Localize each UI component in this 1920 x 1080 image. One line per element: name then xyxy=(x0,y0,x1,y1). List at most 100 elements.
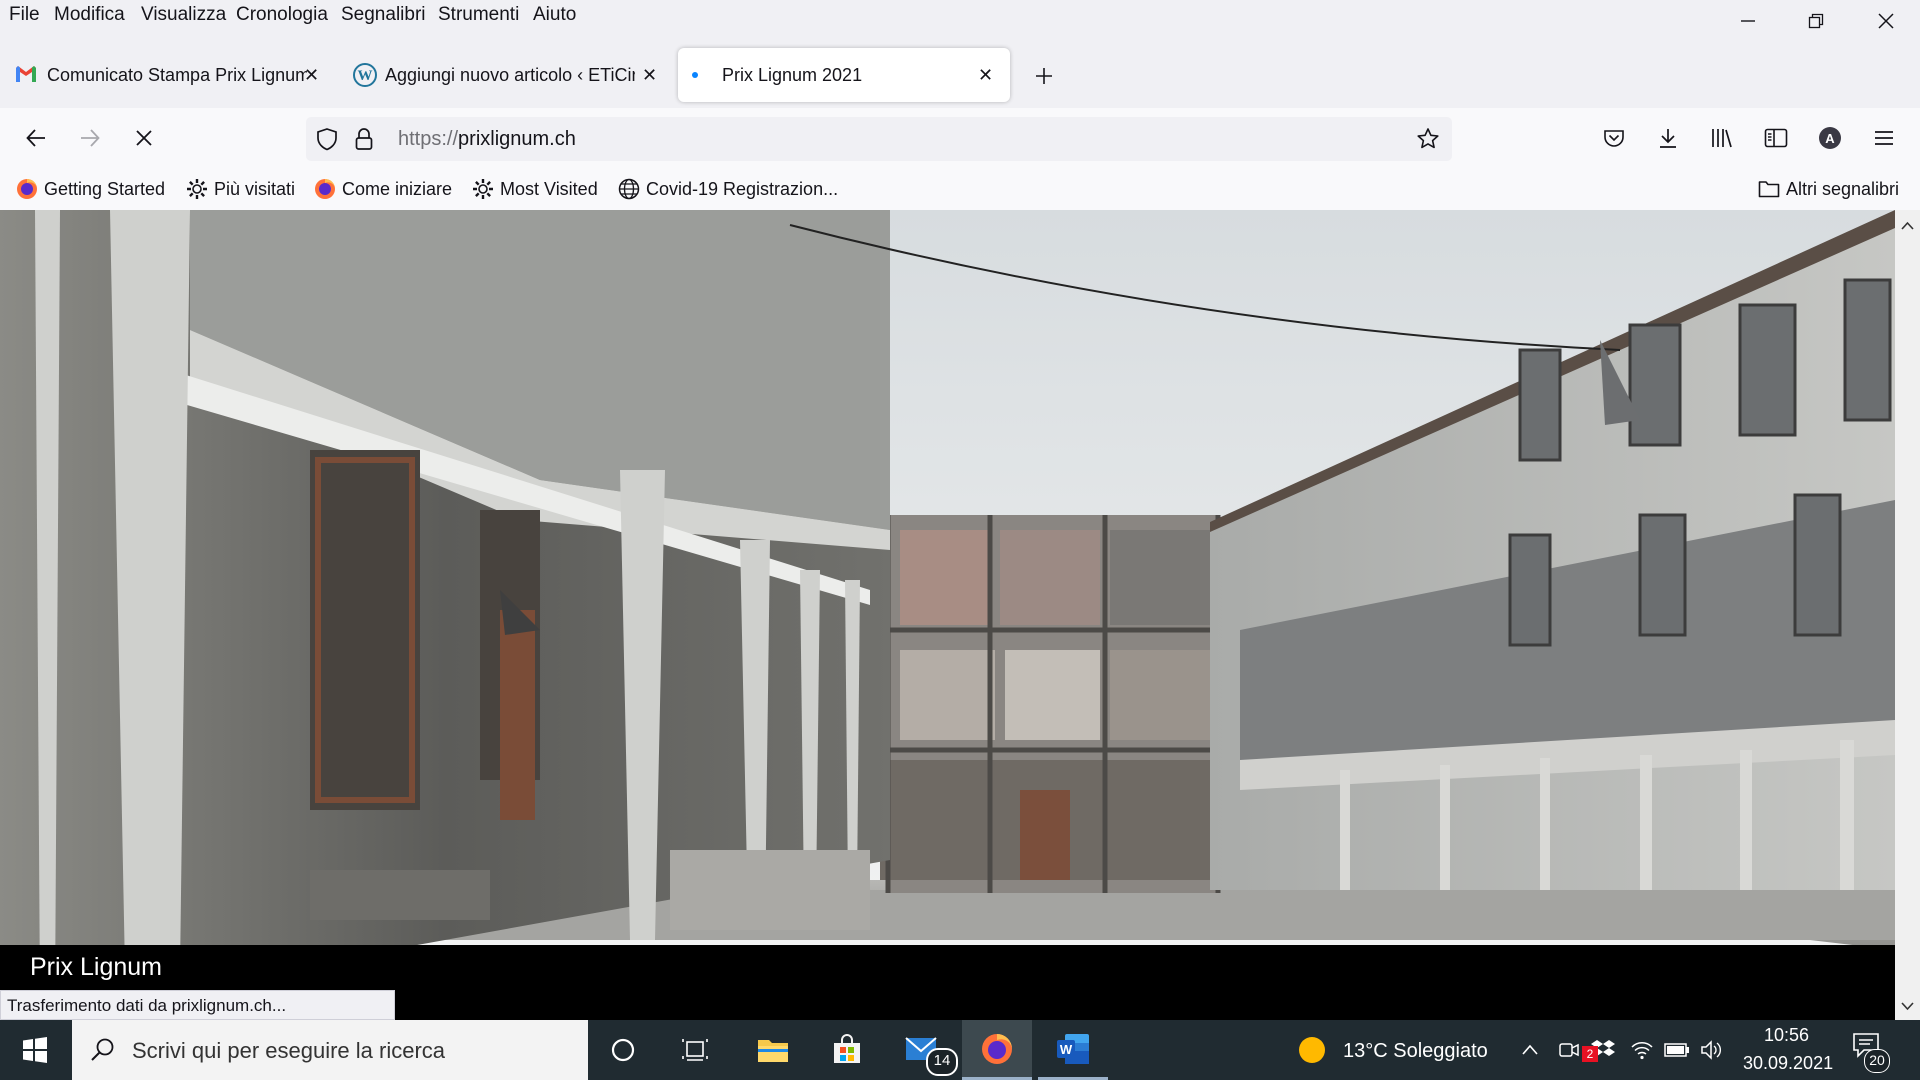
bookmark-label: Covid-19 Registrazion... xyxy=(646,178,839,199)
account-avatar-icon: A xyxy=(1819,127,1841,149)
menu-file[interactable]: File xyxy=(9,4,40,26)
menu-modifica[interactable]: Modifica xyxy=(54,4,125,26)
globe-icon xyxy=(618,178,640,200)
tab-close-icon[interactable]: ✕ xyxy=(642,65,657,86)
other-bookmarks-label: Altri segnalibri xyxy=(1786,178,1900,199)
bookmark-star-icon[interactable] xyxy=(1416,127,1440,156)
search-placeholder: Scrivi qui per eseguire la ricerca xyxy=(132,1038,446,1063)
pocket-button[interactable] xyxy=(1594,118,1634,158)
site-title[interactable]: Prix Lignum xyxy=(30,953,162,982)
wordpress-icon: W xyxy=(353,63,377,92)
hamburger-menu-icon xyxy=(1875,131,1893,145)
mail-button[interactable]: 14 xyxy=(888,1020,958,1080)
bookmark-most-visited[interactable]: Most Visited xyxy=(472,178,598,200)
menu-cronologia[interactable]: Cronologia xyxy=(236,4,328,26)
vertical-scrollbar[interactable] xyxy=(1895,210,1920,1020)
tab-close-icon[interactable]: ✕ xyxy=(304,65,319,86)
gear-icon xyxy=(186,178,208,200)
sun-icon xyxy=(1299,1037,1325,1063)
wifi-icon xyxy=(1631,1042,1653,1060)
back-arrow-icon xyxy=(26,129,45,147)
stop-icon xyxy=(136,130,152,146)
url-host: prixlignum.ch xyxy=(458,128,576,150)
stop-loading-button[interactable] xyxy=(124,118,164,158)
folder-icon xyxy=(1758,178,1780,200)
speaker-icon xyxy=(1701,1040,1721,1060)
bookmark-covid-registrazione[interactable]: Covid-19 Registrazion... xyxy=(618,178,838,200)
start-button[interactable] xyxy=(0,1020,70,1080)
scroll-up-icon[interactable] xyxy=(1895,216,1920,236)
bookmark-come-iniziare[interactable]: Come iniziare xyxy=(314,178,452,200)
cortana-circle-icon xyxy=(611,1038,635,1062)
forward-arrow-icon xyxy=(81,129,100,147)
menu-strumenti[interactable]: Strumenti xyxy=(438,4,519,26)
new-tab-button[interactable] xyxy=(1026,58,1062,94)
bookmark-label: Most Visited xyxy=(500,178,598,199)
svg-text:W: W xyxy=(358,68,373,84)
minimize-icon xyxy=(1741,20,1755,22)
volume-tray-icon[interactable] xyxy=(1700,1039,1724,1066)
url-bar[interactable]: https://prixlignum.ch xyxy=(306,117,1452,161)
sidebar-button[interactable] xyxy=(1756,118,1796,158)
tab-wordpress[interactable]: W Aggiungi nuovo articolo ‹ ETiCin ✕ xyxy=(344,48,662,102)
cortana-button[interactable] xyxy=(588,1020,658,1080)
folder-icon xyxy=(758,1040,788,1062)
lock-icon[interactable] xyxy=(354,127,374,156)
search-icon xyxy=(91,1038,114,1061)
status-text: Trasferimento dati da prixlignum.ch... xyxy=(7,996,287,1015)
sidebar-icon xyxy=(1764,128,1788,148)
menu-visualizza[interactable]: Visualizza xyxy=(141,4,226,26)
gmail-icon xyxy=(15,65,37,83)
forward-button[interactable] xyxy=(70,118,110,158)
wifi-tray-icon[interactable] xyxy=(1630,1039,1654,1066)
tray-overflow-button[interactable] xyxy=(1520,1040,1540,1065)
downloads-button[interactable] xyxy=(1648,118,1688,158)
taskbar-search-box[interactable]: Scrivi qui per eseguire la ricerca xyxy=(72,1020,588,1080)
menu-segnalibri[interactable]: Segnalibri xyxy=(341,4,426,26)
file-explorer-button[interactable] xyxy=(738,1020,808,1080)
url-text[interactable]: https://prixlignum.ch xyxy=(398,128,576,151)
tab-title: Aggiungi nuovo articolo ‹ ETiCin xyxy=(385,64,635,85)
tab-close-icon[interactable]: ✕ xyxy=(978,65,993,86)
weather-text[interactable]: 13°C Soleggiato xyxy=(1343,1040,1488,1063)
firefox-taskbar-button[interactable] xyxy=(962,1020,1032,1080)
restore-icon xyxy=(1808,13,1824,29)
app-menu-button[interactable] xyxy=(1864,118,1904,158)
bookmark-label: Getting Started xyxy=(44,178,166,199)
loading-dot-icon xyxy=(692,72,698,78)
download-icon xyxy=(1660,129,1676,148)
firefox-icon xyxy=(314,178,336,200)
meet-now-button[interactable] xyxy=(1558,1039,1580,1066)
word-taskbar-button[interactable]: W xyxy=(1038,1020,1108,1080)
word-icon: W xyxy=(1057,1033,1089,1064)
bookmark-getting-started[interactable]: Getting Started xyxy=(16,178,165,200)
task-view-button[interactable] xyxy=(660,1020,730,1080)
notifications-button[interactable]: 20 xyxy=(1852,1032,1890,1073)
firefox-icon xyxy=(982,1033,1012,1064)
page-content: Prix Lignum Trasferimento dati da prixli… xyxy=(0,210,1895,1020)
library-button[interactable] xyxy=(1702,118,1742,158)
account-button[interactable]: A xyxy=(1810,118,1850,158)
tab-prix-lignum[interactable]: Prix Lignum 2021 ✕ xyxy=(678,48,1010,102)
red-badge: 2 xyxy=(1582,1046,1598,1062)
mail-badge: 14 xyxy=(926,1048,958,1076)
bookmark-piu-visitati[interactable]: Più visitati xyxy=(186,178,295,200)
menu-aiuto[interactable]: Aiuto xyxy=(533,4,576,26)
menu-bar: File Modifica Visualizza Cronologia Segn… xyxy=(0,0,1920,34)
store-button[interactable] xyxy=(812,1020,882,1080)
camera-icon xyxy=(1559,1043,1579,1057)
tab-gmail[interactable]: Comunicato Stampa Prix Lignum 2021 ✕ xyxy=(8,48,326,102)
tab-title: Prix Lignum 2021 xyxy=(722,64,863,85)
clock-date[interactable]: 30.09.2021 xyxy=(1743,1053,1833,1074)
task-view-icon xyxy=(682,1039,708,1061)
library-icon xyxy=(1712,129,1732,148)
other-bookmarks[interactable]: Altri segnalibri xyxy=(1758,178,1899,200)
battery-tray-icon[interactable] xyxy=(1664,1041,1690,1064)
dropbox-tray-icon[interactable]: 2 xyxy=(1582,1038,1616,1067)
notification-badge: 20 xyxy=(1864,1049,1890,1073)
back-button[interactable] xyxy=(16,118,56,158)
bookmark-label: Più visitati xyxy=(214,178,296,199)
clock-time[interactable]: 10:56 xyxy=(1764,1025,1809,1046)
scroll-down-icon[interactable] xyxy=(1895,996,1920,1016)
tracking-shield-icon[interactable] xyxy=(316,127,338,156)
